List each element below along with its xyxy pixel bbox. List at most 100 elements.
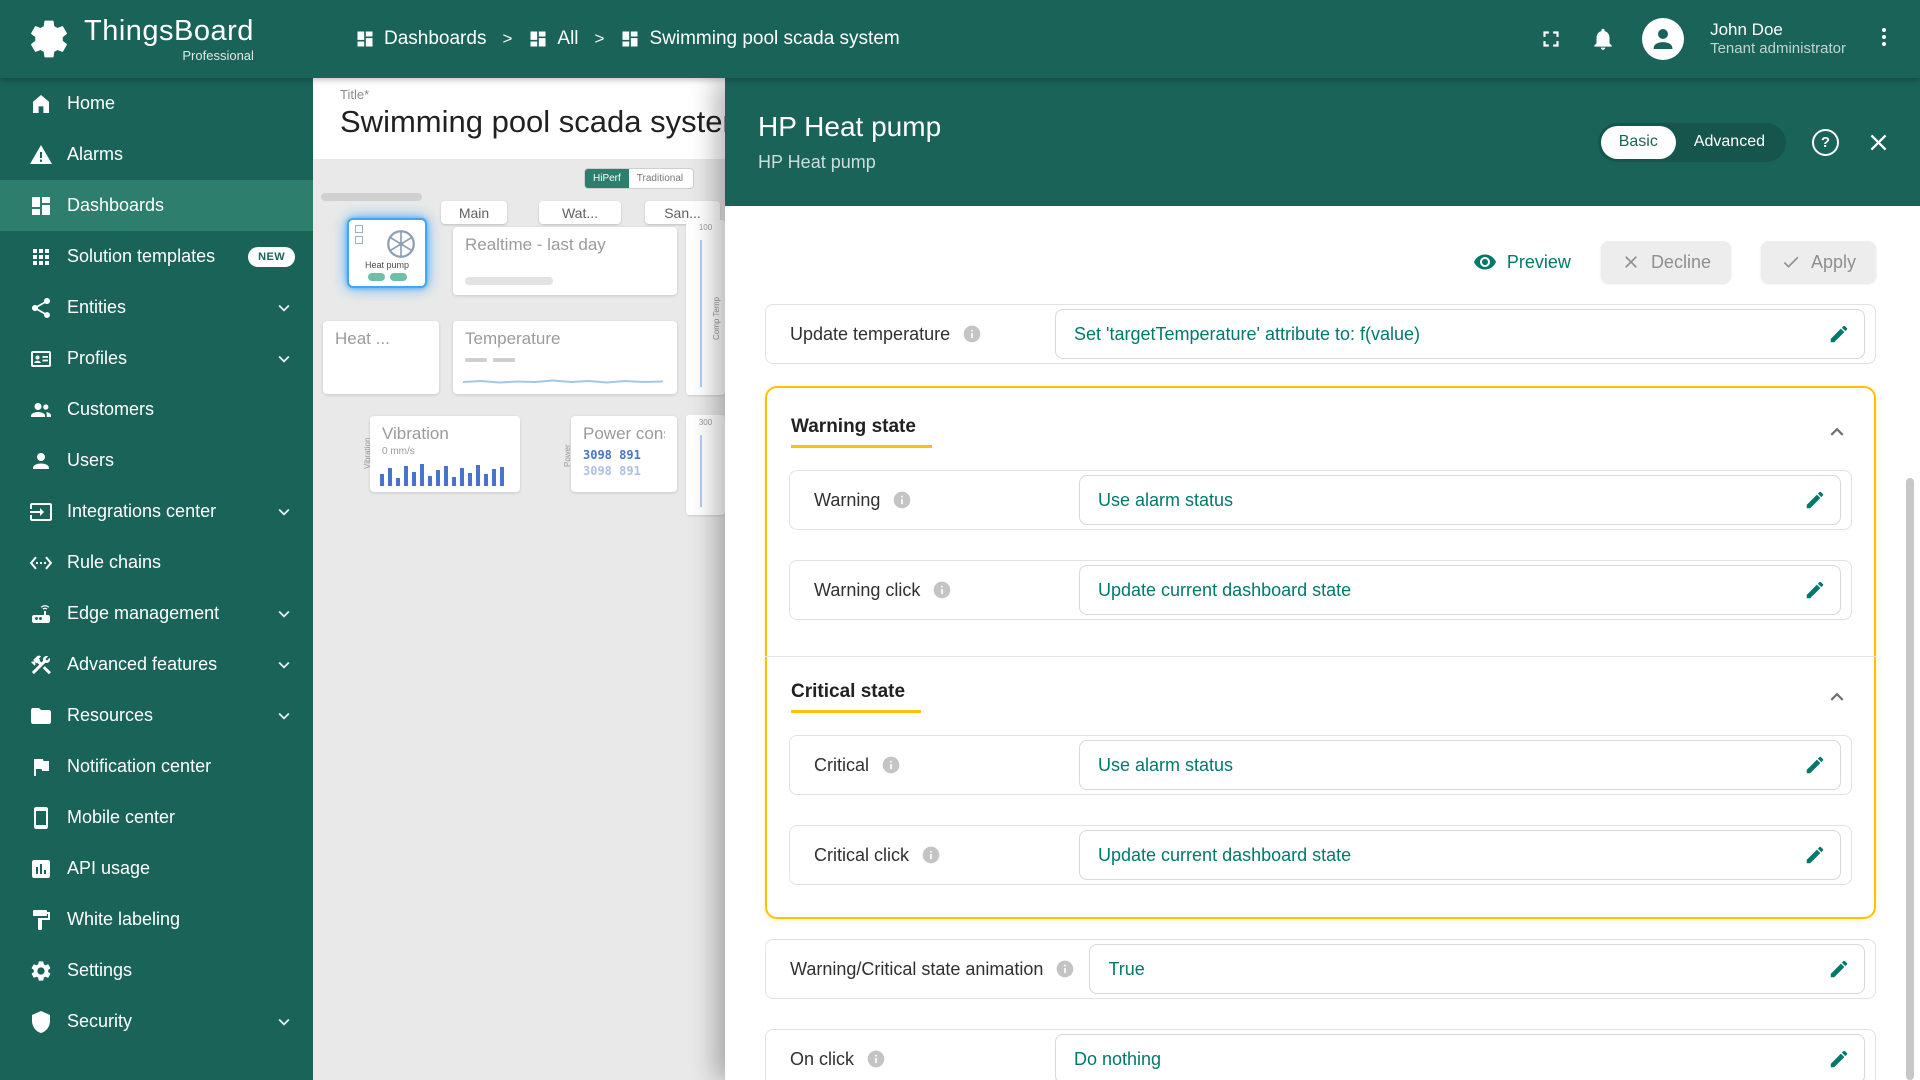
sidebar-item-label: Alarms bbox=[67, 144, 123, 165]
dashboards-icon bbox=[620, 29, 640, 49]
sidebar-item-rule-chains[interactable]: Rule chains bbox=[0, 537, 313, 588]
sidebar-item-label: Solution templates bbox=[67, 246, 215, 267]
dashboard-tab-main[interactable]: Main bbox=[441, 201, 507, 224]
screen: ThingsBoard Professional Dashboards > Al… bbox=[0, 0, 1920, 1080]
rule-chains-icon bbox=[29, 551, 53, 575]
sidebar-item-users[interactable]: Users bbox=[0, 435, 313, 486]
sidebar-item-alarms[interactable]: Alarms bbox=[0, 129, 313, 180]
field-value: Use alarm status bbox=[1098, 755, 1804, 776]
edit-pencil-icon[interactable] bbox=[1828, 958, 1850, 980]
chevron-up-icon[interactable] bbox=[1824, 684, 1850, 710]
apply-button[interactable]: Apply bbox=[1761, 241, 1876, 283]
sidebar-item-mobile-center[interactable]: Mobile center bbox=[0, 792, 313, 843]
sidebar-item-label: Home bbox=[67, 93, 115, 114]
more-options-kebab-icon[interactable] bbox=[1872, 25, 1896, 54]
sidebar-item-label: Advanced features bbox=[67, 654, 217, 675]
info-icon[interactable] bbox=[881, 755, 901, 775]
power-widget[interactable]: Power consu... 3098 891 3098 891 bbox=[571, 416, 677, 492]
sidebar-item-security[interactable]: Security bbox=[0, 996, 313, 1047]
edit-pencil-icon[interactable] bbox=[1804, 844, 1826, 866]
section-title: Critical state bbox=[791, 681, 921, 713]
dashboards-icon bbox=[355, 29, 375, 49]
realtime-widget[interactable]: Realtime - last day bbox=[453, 227, 677, 295]
breadcrumb-dashboards[interactable]: Dashboards bbox=[355, 28, 486, 50]
breadcrumb-current-dashboard[interactable]: Swimming pool scada system bbox=[620, 28, 899, 50]
mode-chip-hiperf[interactable]: HiPerf bbox=[585, 169, 629, 188]
toggle-advanced[interactable]: Advanced bbox=[1676, 126, 1783, 159]
setting-row-critical-click: Critical click Update current dashboard … bbox=[789, 825, 1852, 885]
dashboard-mode-chips: HiPerf Traditional bbox=[584, 168, 694, 189]
sidebar-item-edge-management[interactable]: Edge management bbox=[0, 588, 313, 639]
breadcrumb-all[interactable]: All bbox=[528, 28, 578, 50]
info-icon[interactable] bbox=[1055, 959, 1075, 979]
info-icon[interactable] bbox=[866, 1049, 886, 1069]
info-icon[interactable] bbox=[892, 490, 912, 510]
sidebar-item-notification-center[interactable]: Notification center bbox=[0, 741, 313, 792]
on-click-field[interactable]: Do nothing bbox=[1055, 1034, 1865, 1080]
edit-pencil-icon[interactable] bbox=[1804, 489, 1826, 511]
dashboards-icon bbox=[528, 29, 548, 49]
edit-pencil-icon[interactable] bbox=[1828, 323, 1850, 345]
brand-edition: Professional bbox=[182, 49, 254, 62]
edit-pencil-icon[interactable] bbox=[1804, 754, 1826, 776]
vibration-widget[interactable]: Vibration 0 mm/s bbox=[370, 416, 520, 492]
info-icon[interactable] bbox=[921, 845, 941, 865]
sidebar-item-api-usage[interactable]: API usage bbox=[0, 843, 313, 894]
update-temperature-field[interactable]: Set 'targetTemperature' attribute to: f(… bbox=[1055, 309, 1865, 359]
apps-grid-icon bbox=[29, 245, 53, 269]
close-icon[interactable] bbox=[1865, 129, 1892, 156]
sidebar-item-dashboards[interactable]: Dashboards bbox=[0, 180, 313, 231]
sidebar-item-resources[interactable]: Resources bbox=[0, 690, 313, 741]
edit-pencil-icon[interactable] bbox=[1828, 1048, 1850, 1070]
avatar[interactable] bbox=[1642, 18, 1684, 60]
sidebar-item-entities[interactable]: Entities bbox=[0, 282, 313, 333]
info-icon[interactable] bbox=[932, 580, 952, 600]
chevron-down-icon bbox=[273, 297, 295, 319]
preview-button[interactable]: Preview bbox=[1473, 250, 1571, 274]
chevron-up-icon[interactable] bbox=[1824, 419, 1850, 445]
sidebar-item-profiles[interactable]: Profiles bbox=[0, 333, 313, 384]
temperature-widget[interactable]: Temperature bbox=[453, 321, 677, 394]
sidebar-item-white-labeling[interactable]: White labeling bbox=[0, 894, 313, 945]
user-block[interactable]: John Doe Tenant administrator bbox=[1710, 19, 1846, 59]
toggle-basic[interactable]: Basic bbox=[1601, 126, 1676, 159]
info-icon[interactable] bbox=[962, 324, 982, 344]
preview-label: Preview bbox=[1507, 252, 1571, 273]
sidebar-item-solution-templates[interactable]: Solution templates NEW bbox=[0, 231, 313, 282]
horizontal-scroll-indicator[interactable] bbox=[321, 193, 422, 201]
notifications-bell-icon[interactable] bbox=[1590, 26, 1616, 52]
sidebar-item-customers[interactable]: Customers bbox=[0, 384, 313, 435]
setting-row-warning: Warning Use alarm status bbox=[789, 470, 1852, 530]
field-value: Do nothing bbox=[1074, 1049, 1828, 1070]
decline-button[interactable]: Decline bbox=[1601, 241, 1731, 283]
warning-field[interactable]: Use alarm status bbox=[1079, 475, 1841, 525]
mode-chip-traditional[interactable]: Traditional bbox=[629, 169, 693, 188]
brand[interactable]: ThingsBoard Professional bbox=[0, 16, 313, 62]
sidebar-item-advanced-features[interactable]: Advanced features bbox=[0, 639, 313, 690]
critical-click-field[interactable]: Update current dashboard state bbox=[1079, 830, 1841, 880]
axis-tick-label: Comp Temp bbox=[712, 297, 721, 340]
panel-title: HP Heat pump bbox=[758, 111, 941, 143]
eye-icon bbox=[1473, 250, 1497, 274]
heat-widget[interactable]: Heat ... bbox=[323, 321, 439, 394]
warning-click-field[interactable]: Update current dashboard state bbox=[1079, 565, 1841, 615]
sidebar-item-home[interactable]: Home bbox=[0, 78, 313, 129]
sidebar-item-integrations-center[interactable]: Integrations center bbox=[0, 486, 313, 537]
apply-label: Apply bbox=[1811, 252, 1856, 273]
sidebar-item-label: Rule chains bbox=[67, 552, 161, 573]
panel-actions: Preview Decline Apply bbox=[765, 240, 1876, 284]
heat-pump-widget-selected[interactable]: Heat pump bbox=[347, 218, 427, 288]
edit-pencil-icon[interactable] bbox=[1804, 579, 1826, 601]
mobile-phone-icon bbox=[29, 806, 53, 830]
edge-router-icon bbox=[29, 602, 53, 626]
panel-scrollbar[interactable] bbox=[1906, 478, 1914, 1080]
sidebar-item-settings[interactable]: Settings bbox=[0, 945, 313, 996]
animation-field[interactable]: True bbox=[1089, 944, 1865, 994]
dashboard-tab-water[interactable]: Wat... bbox=[539, 201, 621, 224]
critical-field[interactable]: Use alarm status bbox=[1079, 740, 1841, 790]
dashboard-title-field[interactable]: Title* Swimming pool scada system bbox=[313, 78, 725, 159]
fullscreen-icon[interactable] bbox=[1538, 26, 1564, 52]
help-icon[interactable]: ? bbox=[1812, 129, 1839, 156]
hidden-widget-axis-strip: 100 Comp Temp bbox=[686, 220, 725, 395]
setting-row-on-click: On click Do nothing bbox=[765, 1029, 1876, 1080]
